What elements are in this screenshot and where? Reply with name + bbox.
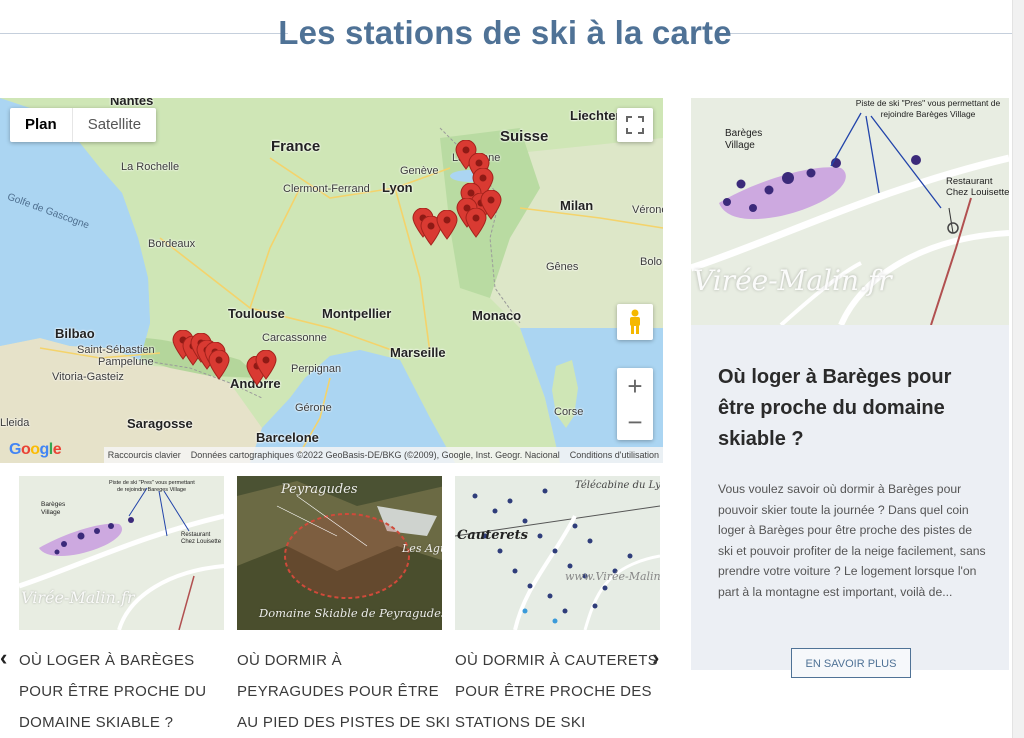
zoom-in-button[interactable]: + xyxy=(617,368,653,404)
map-label-carcassonne: Carcassonne xyxy=(262,332,327,344)
thumb-watermark: Virée-Malin.fr xyxy=(21,588,135,607)
card-image[interactable]: Piste de ski "Pres" vous permettant de r… xyxy=(691,98,1009,325)
ski-resort-marker-icon[interactable] xyxy=(436,210,458,240)
map-label-saragosse: Saragosse xyxy=(127,416,193,431)
map-label-marseille: Marseille xyxy=(390,345,446,360)
carousel-prev-button[interactable]: ‹ xyxy=(0,645,7,671)
map-label-toulouse: Toulouse xyxy=(228,306,285,321)
map-label-lleida: Lleida xyxy=(0,417,30,429)
thumb-watermark: www.Virée-Malin xyxy=(565,570,660,583)
carousel-caption-cauterets[interactable]: Où dormir à Cauterets pour être proche d… xyxy=(455,645,670,738)
zoom-control: + − xyxy=(617,368,653,440)
map-label-bilbao: Bilbao xyxy=(55,326,95,341)
read-more-button[interactable]: EN SAVOIR PLUS xyxy=(791,648,911,678)
cauterets-map-image xyxy=(455,476,660,630)
zoom-out-button[interactable]: − xyxy=(617,404,653,440)
map-attribution: Raccourcis clavier Données cartographiqu… xyxy=(103,447,663,463)
page-title: Les stations de ski à la carte xyxy=(278,14,732,51)
carousel-thumb-cauterets[interactable]: Cauterets Télécabine du Lys www.Virée-Ma… xyxy=(455,476,660,630)
google-logo[interactable]: Google xyxy=(9,441,62,459)
ski-resort-marker-icon[interactable] xyxy=(208,350,230,380)
map-label-nantes: Nantes xyxy=(110,98,154,108)
map-label-verone: Vérone xyxy=(632,204,663,216)
map-label-montpellier: Montpellier xyxy=(322,306,392,321)
map-label-gerone: Gérone xyxy=(295,402,332,414)
ski-resort-marker-icon[interactable] xyxy=(465,208,487,238)
map-label-lyon: Lyon xyxy=(382,180,413,195)
thumb-image-title: Cauterets xyxy=(457,528,528,543)
svg-text:Chez Louisette: Chez Louisette xyxy=(181,539,222,545)
card-title[interactable]: Où loger à Barèges pour être proche du d… xyxy=(718,362,988,455)
thumb-image-title: Peyragudes xyxy=(281,482,358,497)
carousel-thumb-peyragudes[interactable]: Peyragudes Les Agudes Domaine Skiable de… xyxy=(237,476,442,630)
map-label-bordeaux: Bordeaux xyxy=(148,238,196,250)
thumb-image-subtitle: Télécabine du Lys xyxy=(575,480,660,491)
carousel-caption-bareges[interactable]: Où loger à Barèges pour être proche du d… xyxy=(19,645,234,738)
page-scrollbar[interactable] xyxy=(1012,0,1024,738)
section-header: Les stations de ski à la carte xyxy=(0,0,1024,70)
thumb-image-subtitle: Les Agudes xyxy=(402,542,442,555)
svg-text:Barèges: Barèges xyxy=(41,501,66,508)
carousel-thumb-bareges[interactable]: Piste de ski "Pres" vous permettant de r… xyxy=(19,476,224,630)
ski-resorts-map[interactable]: Nantes Liechtenst France Suisse La Roche… xyxy=(0,98,663,463)
map-label-la-rochelle: La Rochelle xyxy=(121,161,180,173)
map-type-satellite-button[interactable]: Satellite xyxy=(73,108,156,142)
map-label-bolo: Bolo xyxy=(640,256,663,268)
map-label-france: France xyxy=(271,138,321,155)
map-label-geneve: Genève xyxy=(400,165,439,177)
map-data-credits: Données cartographiques ©2022 GeoBasis-D… xyxy=(190,450,560,460)
map-label-suisse: Suisse xyxy=(500,128,549,145)
svg-text:Restaurant: Restaurant xyxy=(181,532,211,538)
card-image-bareges-label: Barèges Village xyxy=(725,128,763,151)
svg-text:Village: Village xyxy=(41,509,61,516)
map-type-plan-button[interactable]: Plan xyxy=(10,108,73,142)
keyboard-shortcuts-link[interactable]: Raccourcis clavier xyxy=(108,450,181,460)
fullscreen-icon xyxy=(626,116,644,134)
map-label-pampelune: Pampelune xyxy=(98,356,154,368)
map-label-milan: Milan xyxy=(560,198,594,213)
map-label-monaco: Monaco xyxy=(472,308,522,323)
street-view-pegman-button[interactable] xyxy=(617,304,653,340)
map-label-saint-sebastien: Saint-Sébastien xyxy=(77,344,155,356)
map-label-vitoria: Vitoria-Gasteiz xyxy=(52,371,124,383)
svg-text:Piste de ski "Pres" vous perme: Piste de ski "Pres" vous permettant xyxy=(109,480,195,486)
map-label-perpignan: Perpignan xyxy=(291,363,342,375)
map-label-corse: Corse xyxy=(554,406,584,418)
map-label-genes: Gênes xyxy=(546,261,579,273)
carousel-caption-peyragudes[interactable]: Où dormir à Peyragudes pour être au pied… xyxy=(237,645,452,738)
pegman-icon xyxy=(630,309,640,334)
svg-text:de rejoindre Bareges Village: de rejoindre Bareges Village xyxy=(117,487,186,493)
card-image-pistes-label: Piste de ski "Pres" vous permettant de r… xyxy=(855,98,1001,119)
ski-resort-marker-icon[interactable] xyxy=(255,350,277,380)
featured-article-card: Piste de ski "Pres" vous permettant de r… xyxy=(691,98,1009,678)
card-image-restaurant-label: Restaurant Chez Louisette xyxy=(946,176,1009,198)
card-image-watermark: Virée-Malin.fr xyxy=(693,264,892,297)
card-excerpt: Vous voulez savoir où dormir à Barèges p… xyxy=(718,482,986,599)
map-type-control: Plan Satellite xyxy=(10,108,157,142)
thumb-watermark: Domaine Skiable de Peyragudes xyxy=(259,606,442,620)
terms-link[interactable]: Conditions d'utilisation xyxy=(570,450,659,460)
map-label-barcelone: Barcelone xyxy=(256,430,319,445)
fullscreen-button[interactable] xyxy=(617,108,653,142)
map-label-clermont: Clermont-Ferrand xyxy=(283,183,370,195)
